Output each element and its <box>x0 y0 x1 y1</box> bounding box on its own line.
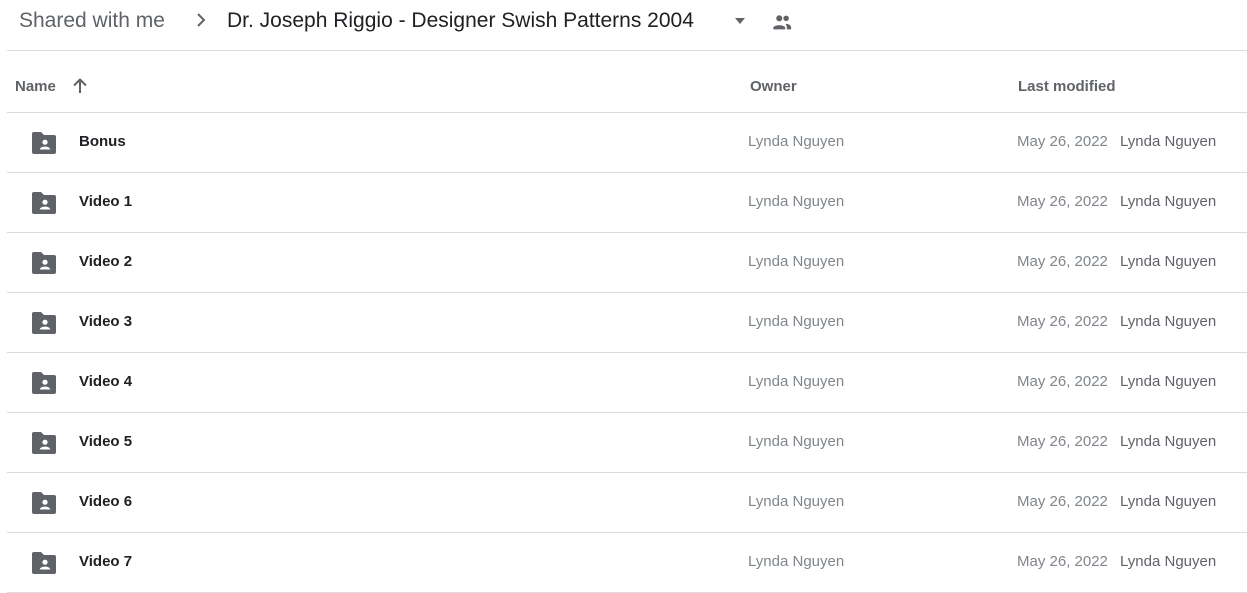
breadcrumb: Shared with me Dr. Joseph Riggio - Desig… <box>0 0 1247 50</box>
table-row[interactable]: Video 5 Lynda Nguyen May 26, 2022 Lynda … <box>7 413 1247 473</box>
table-row[interactable]: Bonus Lynda Nguyen May 26, 2022 Lynda Ng… <box>7 113 1247 173</box>
row-name: Video 1 <box>79 193 133 210</box>
row-owner: Lynda Nguyen <box>748 433 845 450</box>
table-row[interactable]: Video 4 Lynda Nguyen May 26, 2022 Lynda … <box>7 353 1247 413</box>
shared-folder-icon <box>32 552 56 574</box>
column-owner-header[interactable]: Owner <box>750 78 797 95</box>
row-owner: Lynda Nguyen <box>748 553 845 570</box>
row-modified-by: Lynda Nguyen <box>1120 493 1217 510</box>
row-date: May 26, 2022 <box>1017 313 1108 330</box>
people-icon[interactable] <box>771 11 793 33</box>
column-last-modified-header[interactable]: Last modified <box>1018 78 1116 95</box>
column-name-header[interactable]: Name <box>15 78 56 95</box>
shared-folder-icon <box>32 372 56 394</box>
row-date: May 26, 2022 <box>1017 553 1108 570</box>
row-name: Video 3 <box>79 313 133 330</box>
row-modified-by: Lynda Nguyen <box>1120 133 1217 150</box>
row-owner: Lynda Nguyen <box>748 313 845 330</box>
row-modified-by: Lynda Nguyen <box>1120 433 1217 450</box>
row-modified-by: Lynda Nguyen <box>1120 373 1217 390</box>
row-name: Video 4 <box>79 373 133 390</box>
row-date: May 26, 2022 <box>1017 493 1108 510</box>
caret-down-icon[interactable] <box>731 13 749 29</box>
shared-folder-icon <box>32 252 56 274</box>
row-modified-by: Lynda Nguyen <box>1120 553 1217 570</box>
shared-folder-icon <box>32 132 56 154</box>
row-date: May 26, 2022 <box>1017 373 1108 390</box>
row-name: Video 5 <box>79 433 133 450</box>
shared-folder-icon <box>32 492 56 514</box>
row-date: May 26, 2022 <box>1017 433 1108 450</box>
table-row[interactable]: Video 1 Lynda Nguyen May 26, 2022 Lynda … <box>7 173 1247 233</box>
shared-folder-icon <box>32 432 56 454</box>
row-modified-by: Lynda Nguyen <box>1120 193 1217 210</box>
row-date: May 26, 2022 <box>1017 193 1108 210</box>
table-row[interactable]: Video 2 Lynda Nguyen May 26, 2022 Lynda … <box>7 233 1247 293</box>
row-owner: Lynda Nguyen <box>748 193 845 210</box>
row-owner: Lynda Nguyen <box>748 493 845 510</box>
table-row[interactable]: Video 7 Lynda Nguyen May 26, 2022 Lynda … <box>7 533 1247 593</box>
arrow-up-icon[interactable] <box>71 77 89 95</box>
row-owner: Lynda Nguyen <box>748 133 845 150</box>
drive-page: Shared with me Dr. Joseph Riggio - Desig… <box>0 0 1247 593</box>
row-name: Video 6 <box>79 493 133 510</box>
table-row[interactable]: Video 6 Lynda Nguyen May 26, 2022 Lynda … <box>7 473 1247 533</box>
row-date: May 26, 2022 <box>1017 133 1108 150</box>
column-header: Name Owner Last modified <box>7 51 1247 113</box>
chevron-right-icon <box>197 13 206 27</box>
row-name: Video 2 <box>79 253 133 270</box>
shared-folder-icon <box>32 192 56 214</box>
row-date: May 26, 2022 <box>1017 253 1108 270</box>
row-name: Bonus <box>79 133 126 150</box>
breadcrumb-shared-with-me[interactable]: Shared with me <box>19 8 165 34</box>
row-modified-by: Lynda Nguyen <box>1120 313 1217 330</box>
row-owner: Lynda Nguyen <box>748 373 845 390</box>
shared-folder-icon <box>32 312 56 334</box>
breadcrumb-current-folder[interactable]: Dr. Joseph Riggio - Designer Swish Patte… <box>227 8 694 34</box>
file-list: Bonus Lynda Nguyen May 26, 2022 Lynda Ng… <box>7 113 1247 593</box>
table-row[interactable]: Video 3 Lynda Nguyen May 26, 2022 Lynda … <box>7 293 1247 353</box>
row-owner: Lynda Nguyen <box>748 253 845 270</box>
row-name: Video 7 <box>79 553 133 570</box>
row-modified-by: Lynda Nguyen <box>1120 253 1217 270</box>
